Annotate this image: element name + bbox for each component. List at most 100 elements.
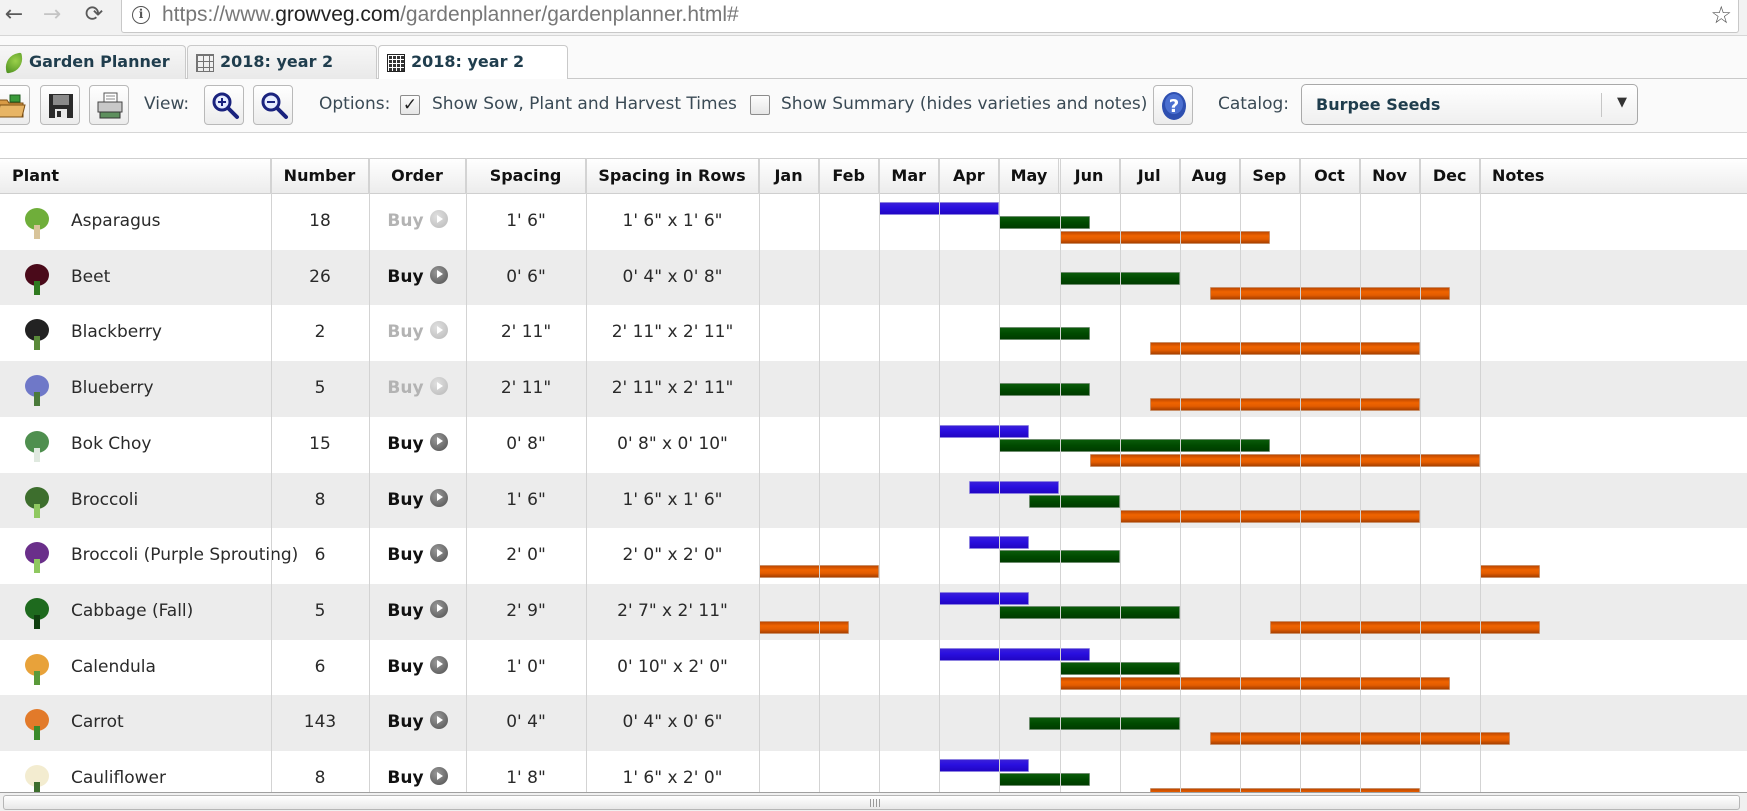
sow-period-bar xyxy=(939,424,1030,438)
table-row[interactable]: Broccoli 8 Buy 1' 6" 1' 6" x 1' 6" xyxy=(0,472,1747,529)
notes-cell[interactable] xyxy=(1480,250,1747,306)
order-cell: Buy xyxy=(369,473,466,529)
table-row[interactable]: Beet 26 Buy 0' 6" 0' 4" x 0' 8" xyxy=(0,249,1747,306)
table-row[interactable]: Bok Choy 15 Buy 0' 8" 0' 8" x 0' 10" xyxy=(0,417,1747,473)
spacing-rows-cell: 2' 7" x 2' 11" xyxy=(617,600,728,621)
address-bar[interactable]: i https://www.growveg.com/gardenplanner/… xyxy=(121,0,1739,33)
plant-period-bar xyxy=(1029,494,1120,508)
table-row[interactable]: Broccoli (Purple Sprouting) 6 Buy 2' 0" 2' 0… xyxy=(0,528,1747,584)
play-arrow-icon xyxy=(429,321,448,340)
buy-button[interactable]: Buy xyxy=(387,767,448,788)
back-arrow-icon[interactable]: ← xyxy=(0,2,28,30)
zoom-out-button[interactable] xyxy=(253,85,293,125)
show-times-checkbox[interactable]: ✓ xyxy=(400,95,420,115)
scrollbar-thumb[interactable] xyxy=(3,795,1740,810)
header-spacing[interactable]: Spacing xyxy=(466,159,586,194)
plant-name-cell[interactable]: Broccoli (Purple Sprouting) xyxy=(0,528,298,584)
cauliflower-icon xyxy=(25,765,49,792)
open-button[interactable] xyxy=(0,85,30,125)
notes-cell[interactable] xyxy=(1480,194,1747,250)
horizontal-scrollbar[interactable] xyxy=(0,792,1747,811)
buy-label: Buy xyxy=(387,322,424,343)
blueberry-icon xyxy=(25,375,49,407)
spacing-rows-cell: 0' 8" x 0' 10" xyxy=(617,433,728,454)
table-row[interactable]: Cauliflower 8 Buy 1' 8" 1' 6" x 2' 0" xyxy=(0,751,1747,792)
show-summary-checkbox[interactable] xyxy=(750,95,770,115)
catalog-select[interactable]: Burpee Seeds ▼ xyxy=(1301,84,1638,125)
number-cell[interactable]: 5 xyxy=(271,584,369,640)
number-cell[interactable]: 8 xyxy=(271,751,369,792)
print-button[interactable] xyxy=(89,85,129,125)
forward-arrow-icon[interactable]: → xyxy=(38,2,66,30)
buy-button[interactable]: Buy xyxy=(387,711,448,732)
notes-cell[interactable] xyxy=(1480,751,1747,792)
plant-name-cell[interactable]: Blackberry xyxy=(0,305,271,361)
spacing-rows-cell: 0' 4" x 0' 6" xyxy=(622,712,723,733)
info-icon[interactable]: i xyxy=(132,6,150,24)
buy-button[interactable]: Buy xyxy=(387,599,448,621)
notes-cell[interactable] xyxy=(1480,640,1747,696)
notes-cell[interactable] xyxy=(1480,417,1747,473)
plant-name-cell[interactable]: Asparagus xyxy=(0,194,271,250)
bookmark-star-icon[interactable]: ☆ xyxy=(1710,1,1732,29)
help-button[interactable]: ? xyxy=(1153,85,1193,125)
tab-label: Garden Planner xyxy=(29,52,170,71)
zoom-in-button[interactable] xyxy=(204,85,244,125)
buy-button[interactable]: Buy xyxy=(387,432,448,454)
table-row[interactable]: Cabbage (Fall) 5 Buy 2' 9" 2' 7" x 2' 11" xyxy=(0,583,1747,640)
number-cell[interactable]: 8 xyxy=(271,473,369,529)
header-month-jan: Jan xyxy=(759,159,820,194)
buy-button: Buy xyxy=(387,321,448,343)
number-cell[interactable]: 143 xyxy=(271,695,369,751)
tab-garden-planner[interactable]: Garden Planner xyxy=(0,45,186,79)
plant-name-cell[interactable]: Carrot xyxy=(0,695,271,751)
notes-cell[interactable] xyxy=(1480,305,1747,361)
notes-cell[interactable] xyxy=(1480,695,1747,751)
plant-name-cell[interactable]: Beet xyxy=(0,250,271,306)
buy-button[interactable]: Buy xyxy=(387,544,448,565)
tab-plan-grid[interactable]: 2018: year 2 xyxy=(187,45,377,79)
column-divider xyxy=(1300,158,1301,792)
plant-name-cell[interactable]: Cauliflower xyxy=(0,751,271,792)
reload-icon[interactable]: ⟳ xyxy=(80,2,108,30)
number-cell[interactable]: 6 xyxy=(271,640,369,696)
header-plant[interactable]: Plant xyxy=(0,159,271,194)
buy-button[interactable]: Buy xyxy=(387,265,448,287)
table-row[interactable]: Calendula 6 Buy 1' 0" 0' 10" x 2' 0" xyxy=(0,640,1747,696)
number-cell[interactable]: 6 xyxy=(271,528,369,584)
harvest-period-bar xyxy=(1059,231,1270,244)
table-row[interactable]: Blackberry 2 Buy 2' 11" 2' 11" x 2' 11" xyxy=(0,305,1747,361)
tab-plant-list[interactable]: 2018: year 2 xyxy=(378,45,568,80)
number-cell[interactable]: 2 xyxy=(271,305,369,361)
number-cell[interactable]: 15 xyxy=(271,417,369,473)
header-spacing-rows[interactable]: Spacing in Rows xyxy=(586,159,759,194)
number-cell[interactable]: 18 xyxy=(271,194,369,250)
header-number[interactable]: Number xyxy=(271,159,369,194)
chevron-down-icon[interactable]: ▼ xyxy=(1617,95,1627,110)
plant-name-cell[interactable]: Blueberry xyxy=(0,361,271,417)
notes-cell[interactable] xyxy=(1480,361,1747,417)
header-notes[interactable]: Notes xyxy=(1480,159,1747,194)
plant-name-cell[interactable]: Calendula xyxy=(0,640,271,696)
number-cell[interactable]: 5 xyxy=(271,361,369,417)
buy-button[interactable]: Buy xyxy=(387,655,448,677)
table-row[interactable]: Blueberry 5 Buy 2' 11" 2' 11" x 2' 11" xyxy=(0,361,1747,417)
order-cell: Buy xyxy=(369,528,466,584)
buy-button[interactable]: Buy xyxy=(387,488,448,510)
spacing-cell: 2' 0" xyxy=(506,545,546,566)
url-text[interactable]: https://www.growveg.com/gardenplanner/ga… xyxy=(162,3,739,27)
plant-period-bar xyxy=(999,605,1180,619)
sow-period-bar xyxy=(969,480,1060,494)
table-row[interactable]: Asparagus 18 Buy 1' 6" 1' 6" x 1' 6" xyxy=(0,194,1747,250)
plant-name-cell[interactable]: Broccoli xyxy=(0,473,271,529)
notes-cell[interactable] xyxy=(1480,473,1747,529)
save-button[interactable] xyxy=(40,85,80,125)
plant-name-cell[interactable]: Bok Choy xyxy=(0,417,271,473)
plant-name-cell[interactable]: Cabbage (Fall) xyxy=(0,584,271,640)
show-times-label[interactable]: Show Sow, Plant and Harvest Times xyxy=(432,94,737,114)
header-month-sep: Sep xyxy=(1240,159,1300,194)
header-order[interactable]: Order xyxy=(369,159,466,194)
show-summary-label[interactable]: Show Summary (hides varieties and notes) xyxy=(781,94,1147,114)
table-row[interactable]: Carrot 143 Buy 0' 4" 0' 4" x 0' 6" xyxy=(0,695,1747,751)
number-cell[interactable]: 26 xyxy=(271,250,369,306)
